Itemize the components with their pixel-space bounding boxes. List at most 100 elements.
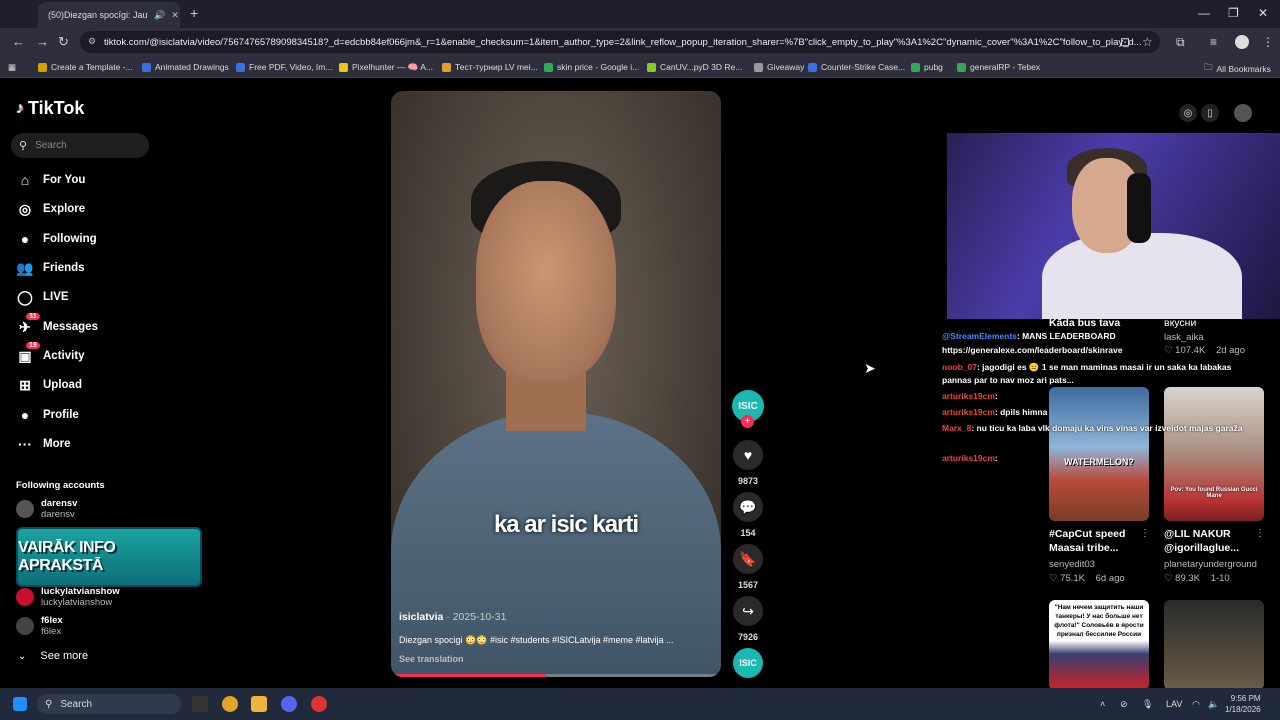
rec-thumbnail-3[interactable]: Pov: You found Russian Gucci Mane [1164, 387, 1264, 521]
rec-title-0[interactable]: Kāda bus tava [1049, 316, 1120, 330]
bookmark-item[interactable]: skin price - Google i... [544, 62, 639, 72]
tray-chevron-icon[interactable]: ˄ [1100, 699, 1105, 709]
rec-title-3[interactable]: @LIL NAKUR @igorillaglue... [1164, 527, 1259, 555]
comment-button[interactable]: 💬 [733, 492, 763, 522]
sidebar-item-label: Friends [43, 262, 85, 274]
sidebar-item-messages[interactable]: ✈ 31 Messages [16, 313, 98, 337]
coin-icon[interactable]: ◎ [1179, 104, 1197, 122]
mobile-icon[interactable]: ▯ [1201, 104, 1219, 122]
see-translation-link[interactable]: See translation [399, 654, 464, 664]
rec-user-1[interactable]: lask_aika [1164, 332, 1204, 343]
follow-plus-icon[interactable]: + [741, 415, 754, 428]
rec-user-3[interactable]: planetaryunderground [1164, 559, 1257, 570]
all-bookmarks-button[interactable]: 🗀 All Bookmarks [1204, 62, 1271, 76]
forward-icon[interactable]: → [36, 34, 49, 49]
reload-icon[interactable]: ↻ [58, 34, 69, 50]
browser-profile-avatar[interactable] [1235, 35, 1249, 49]
sidebar-item-profile[interactable]: ● Profile [16, 405, 79, 425]
save-button[interactable]: 🔖 [733, 544, 763, 574]
wifi-icon[interactable]: ◠ [1192, 699, 1200, 710]
sidebar-item-activity[interactable]: ▣ 19 Activity [16, 342, 85, 366]
sidebar-item-live[interactable]: ◯ LIVE [16, 287, 69, 307]
video-progress-bar[interactable] [391, 674, 721, 677]
bookmark-item[interactable]: Pixelhunter — 🧠 A... [339, 62, 433, 73]
following-account[interactable]: f6lex f6lex [16, 615, 63, 637]
rec-thumbnail-2[interactable]: WATERMELON? [1049, 387, 1149, 521]
sidebar-item-explore[interactable]: ◎ Explore [16, 199, 85, 219]
video-author[interactable]: isiclatvia · 2025-10-31 [399, 611, 506, 623]
bookmark-item[interactable]: Create a Template -... [38, 62, 133, 72]
following-icon: ● [20, 231, 30, 247]
minimize-icon[interactable]: — [1198, 6, 1210, 20]
chrome-icon[interactable] [222, 696, 238, 712]
bookmark-item[interactable]: CanUV...pyD 3D Re... [647, 62, 742, 72]
site-info-icon[interactable]: ⚙ [88, 36, 96, 47]
task-view-icon[interactable] [192, 696, 208, 712]
bookmark-item[interactable]: Giveaway [754, 62, 804, 72]
search-input[interactable]: ⚲ Search [11, 133, 149, 158]
bookmark-item[interactable]: Animated Drawings [142, 62, 229, 72]
bookmark-item[interactable]: pubg [911, 62, 943, 72]
tiktok-logo[interactable]: ♪ TikTok [16, 98, 84, 119]
rec-thumbnail-5[interactable] [1164, 600, 1264, 690]
following-account[interactable]: darensv darensv [16, 498, 77, 520]
account-handle: darensv [41, 509, 75, 520]
browser-tab[interactable]: (50)Diezgan spocīgi: Jautri 🔊 ✕ [38, 2, 180, 28]
bookmark-favicon-icon [647, 62, 656, 72]
microphone-icon[interactable]: 🎙 [1142, 699, 1153, 710]
sidebar-item-more[interactable]: ··· More [16, 434, 70, 454]
clock-date: 1/18/2026 [1225, 705, 1261, 714]
file-explorer-icon[interactable] [251, 696, 267, 712]
bookmark-favicon-icon [754, 62, 763, 72]
url-input[interactable]: ⚙ tiktok.com/@isiclatvia/video/756747657… [80, 31, 1160, 53]
rec-title-2[interactable]: #CapCut speed Maasai tribe... [1049, 527, 1144, 555]
music-disc-icon[interactable]: ISIC [733, 648, 763, 678]
system-clock[interactable]: 9:56 PM 1/18/2026 [1225, 693, 1261, 715]
app-icon[interactable] [311, 696, 327, 712]
close-tab-icon[interactable]: ✕ [171, 10, 179, 21]
rec-thumbnail-4[interactable]: "Нам нечем защитить наши танкеры! У нас … [1049, 600, 1149, 690]
sidebar-item-following[interactable]: ● Following [16, 229, 97, 249]
rec-title-1[interactable]: вкусни [1164, 316, 1196, 330]
browser-menu-icon[interactable]: ⋮ [1262, 35, 1274, 49]
user-avatar[interactable] [1234, 104, 1252, 122]
bookmark-item[interactable]: generalRP - Tebex [957, 62, 1040, 72]
speaker-icon[interactable]: 🔊 [154, 10, 165, 21]
folder-icon: 🗀 [1204, 62, 1213, 72]
rec-user-2[interactable]: senyedit03 [1049, 559, 1095, 570]
sidebar-item-friends[interactable]: 👥 Friends [16, 258, 85, 278]
taskbar-search[interactable]: ⚲ Search [37, 694, 181, 714]
rec-likes-3: 89.3K [1175, 573, 1200, 584]
media-control-icon[interactable]: ≡ [1210, 35, 1217, 49]
following-account[interactable]: luckylatvianshow luckylatvianshow [16, 586, 120, 608]
more-options-icon[interactable]: ⋮ [1255, 528, 1265, 539]
install-app-icon[interactable]: ⊡ [1120, 35, 1130, 49]
bookmark-item[interactable]: Counter-Strike Case... [808, 62, 905, 72]
close-window-icon[interactable]: ✕ [1258, 6, 1268, 20]
apps-icon[interactable]: ▦ [8, 62, 16, 73]
maximize-icon[interactable]: ❐ [1228, 6, 1239, 20]
bookmark-item[interactable]: Free PDF, Video, Im... [236, 62, 332, 72]
sidebar-item-for-you[interactable]: ⌂ For You [16, 170, 86, 190]
more-options-icon[interactable]: ⋮ [1140, 528, 1150, 539]
language-indicator[interactable]: LAV [1166, 699, 1182, 709]
bookmark-star-icon[interactable]: ☆ [1142, 35, 1153, 49]
like-button[interactable]: ♥ [733, 440, 763, 470]
back-icon[interactable]: ← [12, 34, 25, 49]
windows-start-icon[interactable] [13, 697, 27, 711]
share-button[interactable]: ↪ [733, 596, 763, 626]
new-tab-button[interactable]: + [190, 5, 198, 21]
discord-icon[interactable] [281, 696, 297, 712]
video-player[interactable]: ka ar isic karti isiclatvia · 2025-10-31… [391, 91, 721, 677]
see-more-button[interactable]: ⌄ See more [18, 650, 88, 662]
sidebar-item-upload[interactable]: ⊞ Upload [16, 375, 82, 395]
more-icon: ··· [18, 436, 32, 452]
network-icon[interactable]: ⊘ [1120, 699, 1128, 710]
account-handle: f6lex [41, 626, 62, 637]
volume-icon[interactable]: 🔈 [1208, 699, 1219, 710]
compass-icon: ◎ [18, 200, 32, 217]
live-icon: ◯ [17, 288, 33, 305]
bookmark-item[interactable]: Тест-турнир LV mei... [442, 62, 538, 72]
extensions-icon[interactable]: ⧉ [1176, 35, 1185, 50]
sidebar-item-label: LIVE [43, 291, 69, 303]
